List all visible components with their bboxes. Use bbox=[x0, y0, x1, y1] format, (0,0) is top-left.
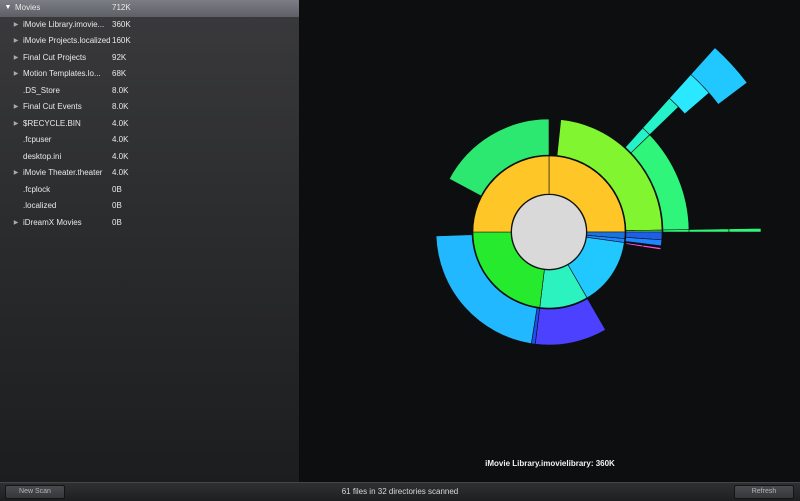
tree-row-size: 0B bbox=[112, 201, 122, 210]
tree-row-name: desktop.ini bbox=[23, 151, 62, 161]
tree-row-size: 360K bbox=[112, 19, 131, 29]
tree-row[interactable]: ▶ iMovie Theater.theater 4.0K bbox=[0, 165, 299, 182]
tree-row[interactable]: .fcplock 0B bbox=[0, 182, 299, 199]
sunburst-chart[interactable] bbox=[300, 0, 800, 482]
hover-caption: iMovie Library.imovielibrary: 360K bbox=[485, 459, 615, 468]
tree-row-size: 8.0K bbox=[112, 102, 129, 111]
tree-row-size: 8.0K bbox=[112, 85, 129, 95]
tree-row[interactable]: ▶ iMovie Library.imovie... 360K bbox=[0, 17, 299, 34]
sunburst-segment[interactable] bbox=[642, 97, 679, 136]
tree-row-size: 712K bbox=[112, 3, 131, 12]
scan-status: 61 files in 32 directories scanned bbox=[341, 487, 459, 496]
sunburst-center[interactable] bbox=[512, 195, 586, 269]
tree-row[interactable]: ▶ Final Cut Events 8.0K bbox=[0, 99, 299, 116]
tree-row[interactable]: .localized 0B bbox=[0, 198, 299, 215]
tree-row-name: .localized bbox=[23, 201, 57, 210]
tree-row-size: 4.0K bbox=[112, 168, 129, 177]
sunburst-segment[interactable] bbox=[688, 228, 730, 233]
tree-row[interactable]: ▶ iMovie Projects.localized 160K bbox=[0, 33, 299, 50]
tree-row-size: 0B bbox=[112, 217, 122, 227]
tree-row-size: 0B bbox=[112, 184, 122, 194]
file-tree-sidebar: ▼ Movies 712K ▶ iMovie Library.imovie... 360K… bbox=[0, 0, 300, 482]
sunburst-segment[interactable] bbox=[728, 227, 762, 233]
tree-row[interactable]: ▶ iDreamX Movies 0B bbox=[0, 215, 299, 232]
refresh-button[interactable]: Refresh bbox=[734, 485, 794, 499]
tree-row-name: .fcpuser bbox=[23, 135, 52, 144]
tree-row-size: 160K bbox=[112, 36, 131, 45]
tree-row-name: iMovie Theater.theater bbox=[23, 168, 103, 177]
bottom-toolbar: New Scan 61 files in 32 directories scan… bbox=[0, 482, 800, 501]
tree-row-size: 92K bbox=[112, 52, 127, 62]
tree-row-name: .DS_Store bbox=[23, 85, 60, 95]
disclosure-right-icon[interactable]: ▶ bbox=[12, 66, 20, 83]
disclosure-right-icon[interactable]: ▶ bbox=[12, 99, 20, 116]
tree-row-size: 4.0K bbox=[112, 118, 129, 128]
disclosure-down-icon[interactable]: ▼ bbox=[4, 0, 12, 17]
tree-row[interactable]: desktop.ini 4.0K bbox=[0, 149, 299, 166]
tree-row[interactable]: .DS_Store 8.0K bbox=[0, 83, 299, 100]
disclosure-right-icon[interactable]: ▶ bbox=[12, 165, 20, 182]
disclosure-right-icon[interactable]: ▶ bbox=[12, 50, 20, 67]
tree-row[interactable]: ▶ Motion Templates.lo... 68K bbox=[0, 66, 299, 83]
tree-row-name: iMovie Projects.localized bbox=[23, 36, 110, 45]
tree-row-name: iDreamX Movies bbox=[23, 217, 82, 227]
sunburst-panel bbox=[300, 0, 800, 482]
tree-row-name: .fcplock bbox=[23, 184, 51, 194]
new-scan-button[interactable]: New Scan bbox=[5, 485, 65, 499]
tree-row[interactable]: ▶ $RECYCLE.BIN 4.0K bbox=[0, 116, 299, 133]
tree-row-root[interactable]: ▼ Movies 712K bbox=[0, 0, 299, 17]
tree-row-size: 4.0K bbox=[112, 135, 129, 144]
disclosure-right-icon[interactable]: ▶ bbox=[12, 17, 20, 34]
disclosure-right-icon[interactable]: ▶ bbox=[12, 215, 20, 232]
tree-row[interactable]: ▶ Final Cut Projects 92K bbox=[0, 50, 299, 67]
tree-row-name: Final Cut Events bbox=[23, 102, 82, 111]
tree-row-size: 4.0K bbox=[112, 151, 129, 161]
tree-row-name: Motion Templates.lo... bbox=[23, 69, 101, 78]
disclosure-right-icon[interactable]: ▶ bbox=[12, 33, 20, 50]
disclosure-right-icon[interactable]: ▶ bbox=[12, 116, 20, 133]
sunburst-segment[interactable] bbox=[642, 244, 662, 251]
tree-row-size: 68K bbox=[112, 69, 127, 78]
tree-row-name: $RECYCLE.BIN bbox=[23, 118, 81, 128]
tree-row-name: Final Cut Projects bbox=[23, 52, 87, 62]
tree-row-name: iMovie Library.imovie... bbox=[23, 19, 105, 29]
tree-row[interactable]: .fcpuser 4.0K bbox=[0, 132, 299, 149]
tree-row-name: Movies bbox=[15, 3, 41, 12]
